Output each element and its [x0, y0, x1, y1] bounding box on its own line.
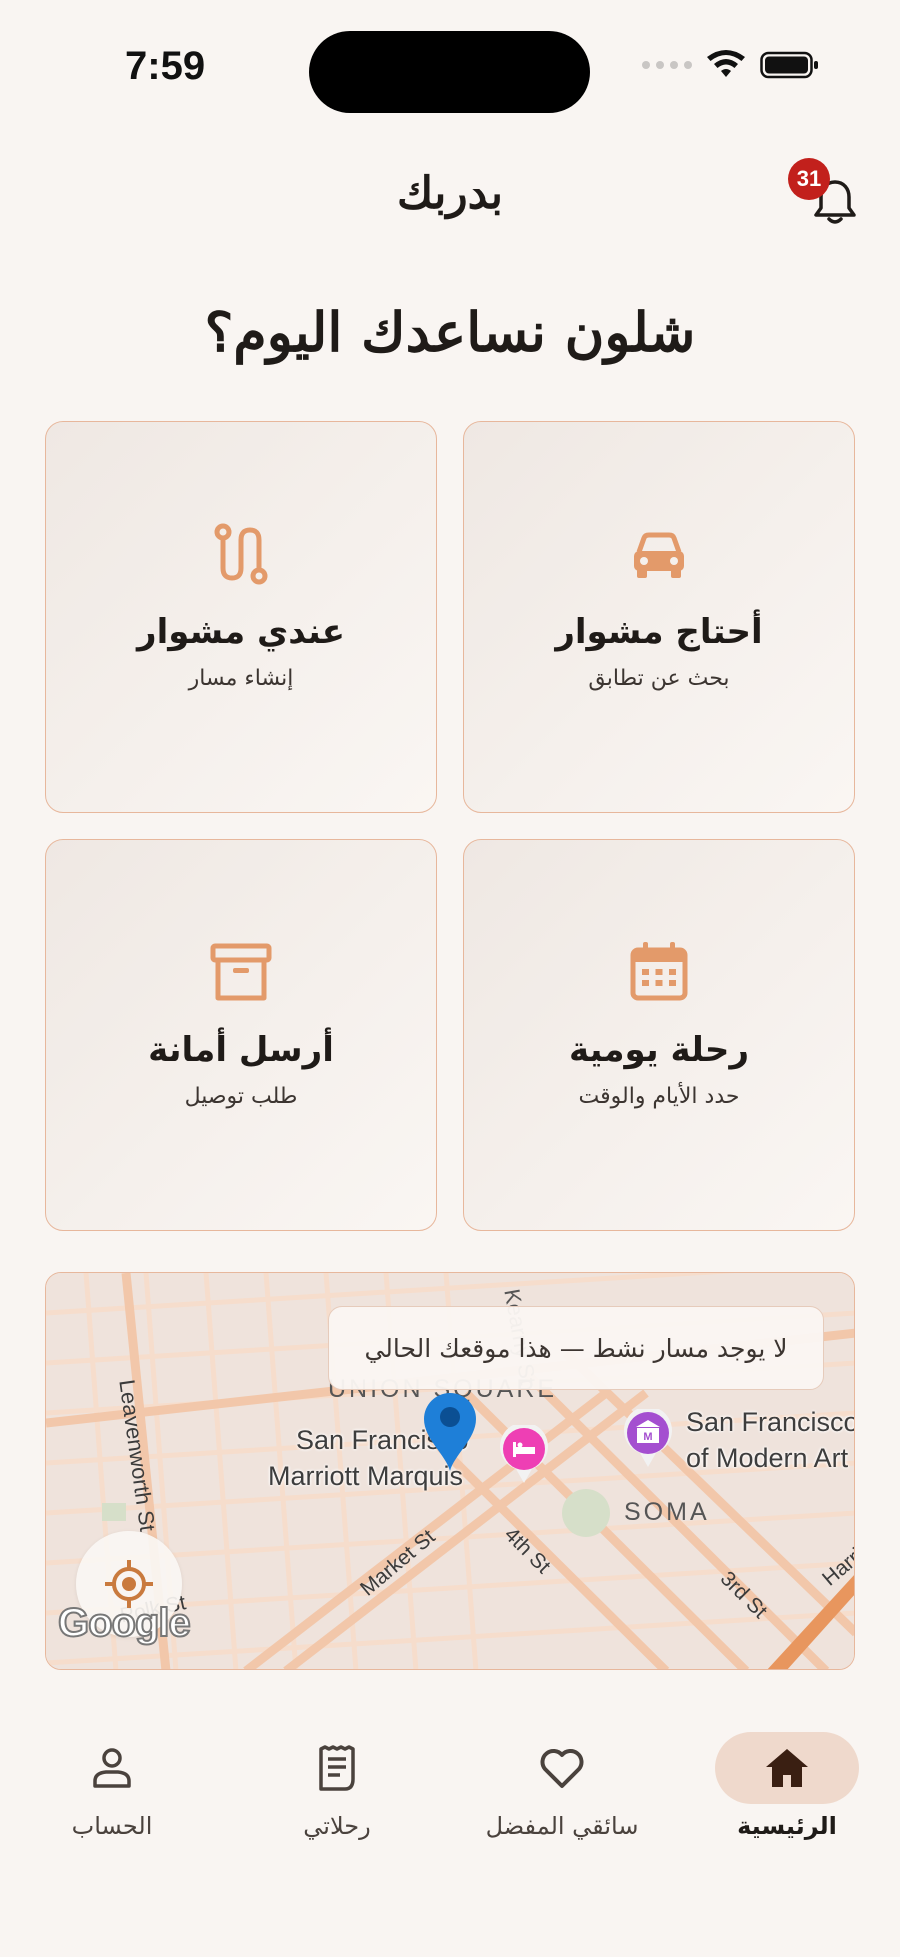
nav-item-account[interactable]: الحساب: [12, 1720, 212, 1840]
card-title: أحتاج مشوار: [555, 612, 763, 652]
current-location-pin-icon: [424, 1393, 476, 1471]
dynamic-island: [309, 31, 590, 113]
status-icons: [642, 50, 820, 80]
heart-icon: [540, 1749, 584, 1788]
card-title: عندي مشوار: [137, 612, 345, 652]
card-title: أرسل أمانة: [148, 1030, 334, 1070]
card-title: رحلة يومية: [568, 1030, 750, 1070]
nav-item-favorite-driver[interactable]: سائقي المفضل: [462, 1720, 662, 1840]
museum-marker-icon[interactable]: M: [622, 1409, 674, 1469]
card-subtitle: إنشاء مسار: [188, 666, 294, 691]
map-status-banner: لا يوجد مسار نشط — هذا موقعك الحالي: [328, 1306, 824, 1390]
nav-label: الرئيسية: [737, 1812, 837, 1840]
status-bar: 7:59: [0, 0, 900, 130]
card-subtitle: طلب توصيل: [184, 1084, 298, 1109]
nav-label: سائقي المفضل: [485, 1812, 639, 1840]
map-label-soma: SOMA: [624, 1498, 710, 1526]
map-view[interactable]: Kearny St UNION SQUARE Leavenworth St Sa…: [45, 1272, 855, 1670]
need-ride-card[interactable]: أحتاج مشوار بحث عن تطابق: [463, 421, 855, 813]
daily-trip-card[interactable]: رحلة يومية حدد الأيام والوقت: [463, 839, 855, 1231]
cellular-signal-icon: [642, 61, 692, 69]
google-attribution-logo: Google: [57, 1600, 192, 1646]
archive-box-icon: [210, 943, 272, 1001]
send-parcel-card[interactable]: أرسل أمانة طلب توصيل: [45, 839, 437, 1231]
map-label-moma-line2: of Modern Art: [686, 1443, 849, 1473]
person-icon: [93, 1748, 131, 1788]
battery-icon: [760, 51, 818, 79]
screen: 7:59 بدربك 31 شلون نساعدك اليوم؟ أحتاج م…: [0, 0, 900, 1957]
home-icon: [766, 1749, 808, 1787]
calendar-icon: [630, 942, 688, 1001]
car-icon: [634, 532, 684, 578]
bottom-navigation: الرئيسية سائقي المفضل رحلاتي الحساب: [0, 1720, 900, 1860]
notification-badge: 31: [788, 158, 830, 200]
card-subtitle: حدد الأيام والوقت: [578, 1084, 740, 1109]
app-title: بدربك: [397, 168, 503, 219]
route-icon: [214, 523, 268, 585]
receipt-icon: [319, 1745, 355, 1791]
status-time: 7:59: [125, 44, 206, 88]
have-ride-card[interactable]: عندي مشوار إنشاء مسار: [45, 421, 437, 813]
nav-item-trips[interactable]: رحلاتي: [237, 1720, 437, 1840]
map-label-moma-line1: San Francisco: [686, 1407, 855, 1437]
nav-item-home[interactable]: الرئيسية: [687, 1720, 887, 1840]
nav-active-indicator: [715, 1732, 859, 1804]
wifi-icon: [707, 50, 745, 77]
nav-label: رحلاتي: [303, 1812, 371, 1840]
svg-text:M: M: [643, 1431, 652, 1443]
page-headline: شلون نساعدك اليوم؟: [204, 300, 696, 364]
nav-label: الحساب: [71, 1812, 153, 1840]
hotel-marker-icon[interactable]: [498, 1425, 550, 1485]
card-subtitle: بحث عن تطابق: [588, 666, 730, 691]
